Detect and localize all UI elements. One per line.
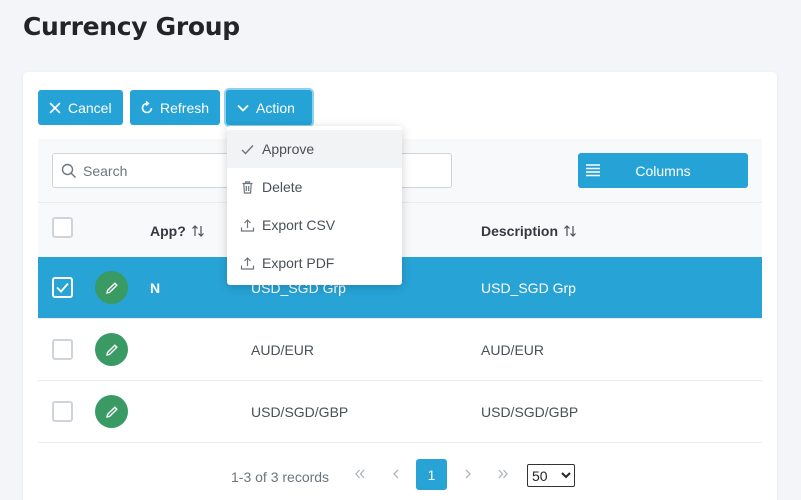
menu-item-export-pdf[interactable]: Export PDF xyxy=(227,244,402,282)
description-cell: USD_SGD Grp xyxy=(481,280,576,296)
prev-page-button[interactable] xyxy=(381,459,411,489)
chevron-right-icon xyxy=(465,469,471,479)
cancel-button-label: Cancel xyxy=(68,99,112,116)
edit-button[interactable] xyxy=(95,333,128,366)
description-cell: USD/SGD/GBP xyxy=(481,404,579,420)
menu-item-label: Export CSV xyxy=(262,217,336,233)
row-checkbox[interactable] xyxy=(52,277,73,298)
first-page-button[interactable] xyxy=(345,459,375,489)
action-button[interactable]: Action xyxy=(226,90,312,125)
chevrons-right-icon xyxy=(498,469,508,479)
chevrons-left-icon xyxy=(355,469,365,479)
close-icon xyxy=(49,101,61,114)
refresh-icon xyxy=(141,100,153,113)
menu-item-label: Approve xyxy=(262,141,315,157)
description-header-label: Description xyxy=(481,223,559,239)
approved-cell: N xyxy=(150,280,161,296)
sort-icon xyxy=(191,225,204,237)
pencil-icon xyxy=(105,343,118,356)
description-column-header[interactable]: Description xyxy=(481,223,577,239)
next-page-button[interactable] xyxy=(453,459,483,489)
check-icon xyxy=(56,282,69,293)
records-info: 1-3 of 3 records xyxy=(231,469,330,485)
row-checkbox[interactable] xyxy=(52,339,73,360)
action-dropdown-menu: Approve Delete Export CSV Export PDF xyxy=(227,126,402,285)
refresh-button-label: Refresh xyxy=(160,99,210,116)
edit-button[interactable] xyxy=(95,395,128,428)
table-row[interactable]: AUD/EUR AUD/EUR xyxy=(38,319,762,381)
search-icon xyxy=(61,163,76,178)
page-title: Currency Group xyxy=(23,12,240,41)
last-page-button[interactable] xyxy=(488,459,518,489)
menu-item-label: Delete xyxy=(262,179,303,195)
chevron-down-icon xyxy=(237,104,249,112)
pencil-icon xyxy=(105,281,118,294)
table-row[interactable]: USD/SGD/GBP USD/SGD/GBP xyxy=(38,381,762,443)
sort-icon xyxy=(564,225,576,237)
approved-column-header[interactable]: App? xyxy=(150,223,205,239)
menu-item-export-csv[interactable]: Export CSV xyxy=(227,206,402,244)
upload-icon xyxy=(240,218,255,232)
approved-header-label: App? xyxy=(150,223,186,239)
upload-icon xyxy=(240,256,255,270)
cancel-button[interactable]: Cancel xyxy=(38,90,123,125)
trash-icon xyxy=(242,180,253,194)
columns-button[interactable]: Columns xyxy=(578,153,748,188)
code-cell: AUD/EUR xyxy=(251,342,315,358)
pencil-icon xyxy=(105,405,118,418)
select-all-checkbox[interactable] xyxy=(52,217,73,238)
menu-item-delete[interactable]: Delete xyxy=(227,168,402,206)
menu-item-approve[interactable]: Approve xyxy=(227,130,402,168)
row-checkbox[interactable] xyxy=(52,401,73,422)
menu-item-label: Export PDF xyxy=(262,255,335,271)
check-icon xyxy=(241,144,254,155)
page-button-1[interactable]: 1 xyxy=(416,459,447,490)
chevron-left-icon xyxy=(393,469,399,479)
columns-button-label: Columns xyxy=(635,163,691,179)
rows-per-page-select[interactable]: 50 xyxy=(527,464,575,487)
refresh-button[interactable]: Refresh xyxy=(130,90,220,125)
description-cell: AUD/EUR xyxy=(481,342,545,358)
code-cell: USD/SGD/GBP xyxy=(251,404,349,420)
action-button-label: Action xyxy=(256,99,295,116)
pagination: 1-3 of 3 records 1 50 xyxy=(38,443,762,500)
edit-button[interactable] xyxy=(95,271,128,304)
